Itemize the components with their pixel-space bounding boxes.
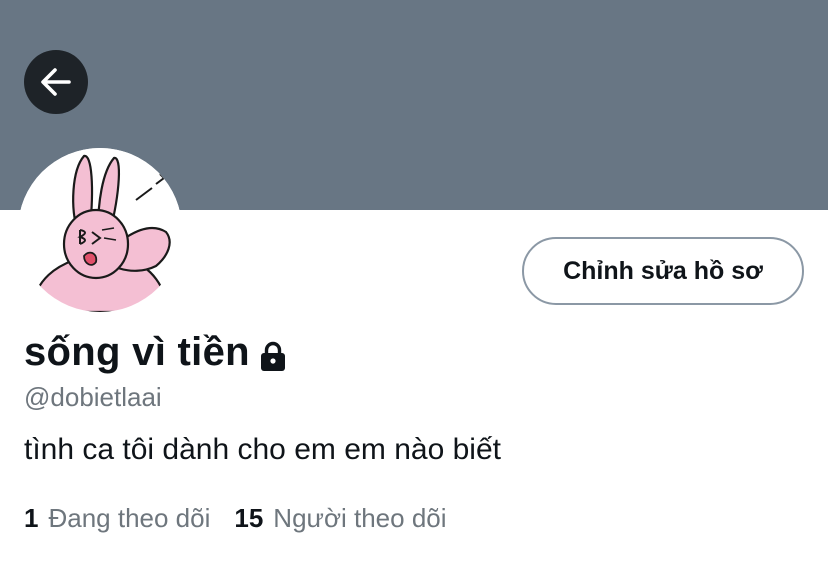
back-button[interactable] (24, 50, 88, 114)
following-count: 1 (24, 503, 39, 533)
lock-icon (260, 341, 285, 371)
follow-stats: 1 Đang theo dõi 15 Người theo dõi (24, 503, 471, 534)
profile-handle: @dobietlaai (24, 382, 162, 412)
profile-bio: tình ca tôi dành cho em em nào biết (24, 433, 501, 466)
profile-page: Chỉnh sửa hồ sơ sống vì tiền @dobietlaai… (0, 0, 828, 579)
display-name: sống vì tiền (24, 330, 250, 374)
profile-avatar[interactable] (18, 148, 182, 312)
following-link[interactable]: 1 Đang theo dõi (24, 503, 210, 534)
following-label: Đang theo dõi (48, 503, 211, 533)
followers-link[interactable]: 15 Người theo dõi (234, 503, 446, 534)
bunny-avatar-image (18, 148, 182, 312)
followers-count: 15 (234, 503, 264, 533)
followers-label: Người theo dõi (273, 503, 447, 533)
name-row: sống vì tiền (24, 330, 288, 375)
arrow-left-icon (41, 68, 71, 96)
edit-profile-button[interactable]: Chỉnh sửa hồ sơ (522, 237, 804, 305)
